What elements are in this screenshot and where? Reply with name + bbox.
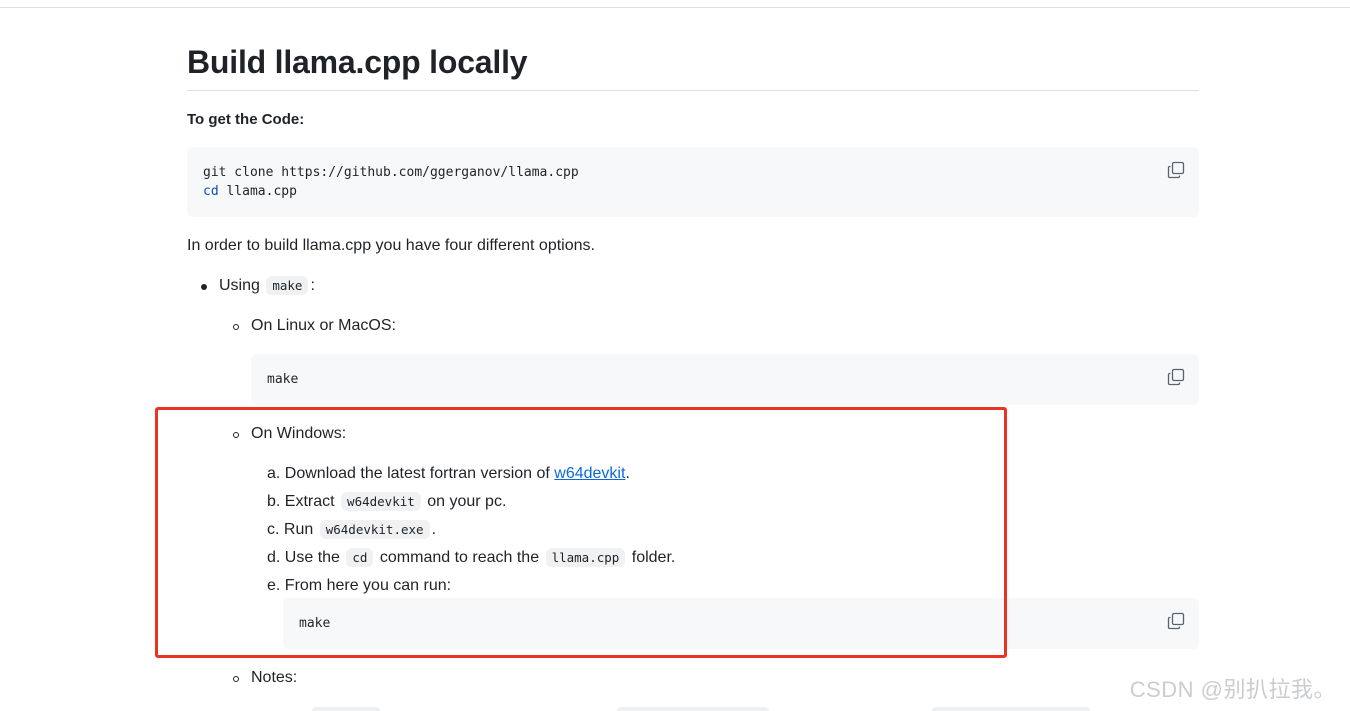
copy-icon[interactable] [1167,612,1185,630]
linux-code-line: make [267,372,299,387]
heading-divider [187,90,1199,91]
linux-code-block[interactable]: make [251,354,1199,405]
list-item-notes: Notes: [251,669,298,686]
bullet-circle [233,324,239,330]
cd-argument: llama.cpp [218,184,297,199]
get-code-label: To get the Code: [187,111,305,128]
list-item-linux: On Linux or MacOS: [251,317,396,334]
csdn-watermark: CSDN @别扒拉我。 [1129,677,1336,702]
next-inline-code-peek [932,707,1090,711]
bullet-disc [201,284,207,290]
cd-keyword: cd [203,184,219,199]
clone-code-line-1: git clone https://github.com/ggerganov/l… [203,165,579,180]
next-inline-code-peek [312,707,380,711]
copy-icon[interactable] [1167,368,1185,386]
bullet-circle [233,676,239,682]
copy-icon[interactable] [1167,161,1185,179]
using-suffix: : [310,277,315,294]
intro-text: In order to build llama.cpp you have fou… [187,237,595,254]
using-prefix: Using [219,277,260,294]
clone-code-lines: git clone https://github.com/ggerganov/l… [203,163,579,201]
top-divider [0,7,1350,8]
clone-code-block[interactable]: git clone https://github.com/ggerganov/l… [187,147,1199,217]
make-inline-code: make [266,276,309,295]
highlight-annotation-box [155,407,1007,658]
list-item-using-make: Using make: [219,274,315,298]
clone-code-line-2: cd llama.cpp [203,182,579,201]
page-title: Build llama.cpp locally [187,44,528,80]
next-inline-code-peek [617,707,769,711]
